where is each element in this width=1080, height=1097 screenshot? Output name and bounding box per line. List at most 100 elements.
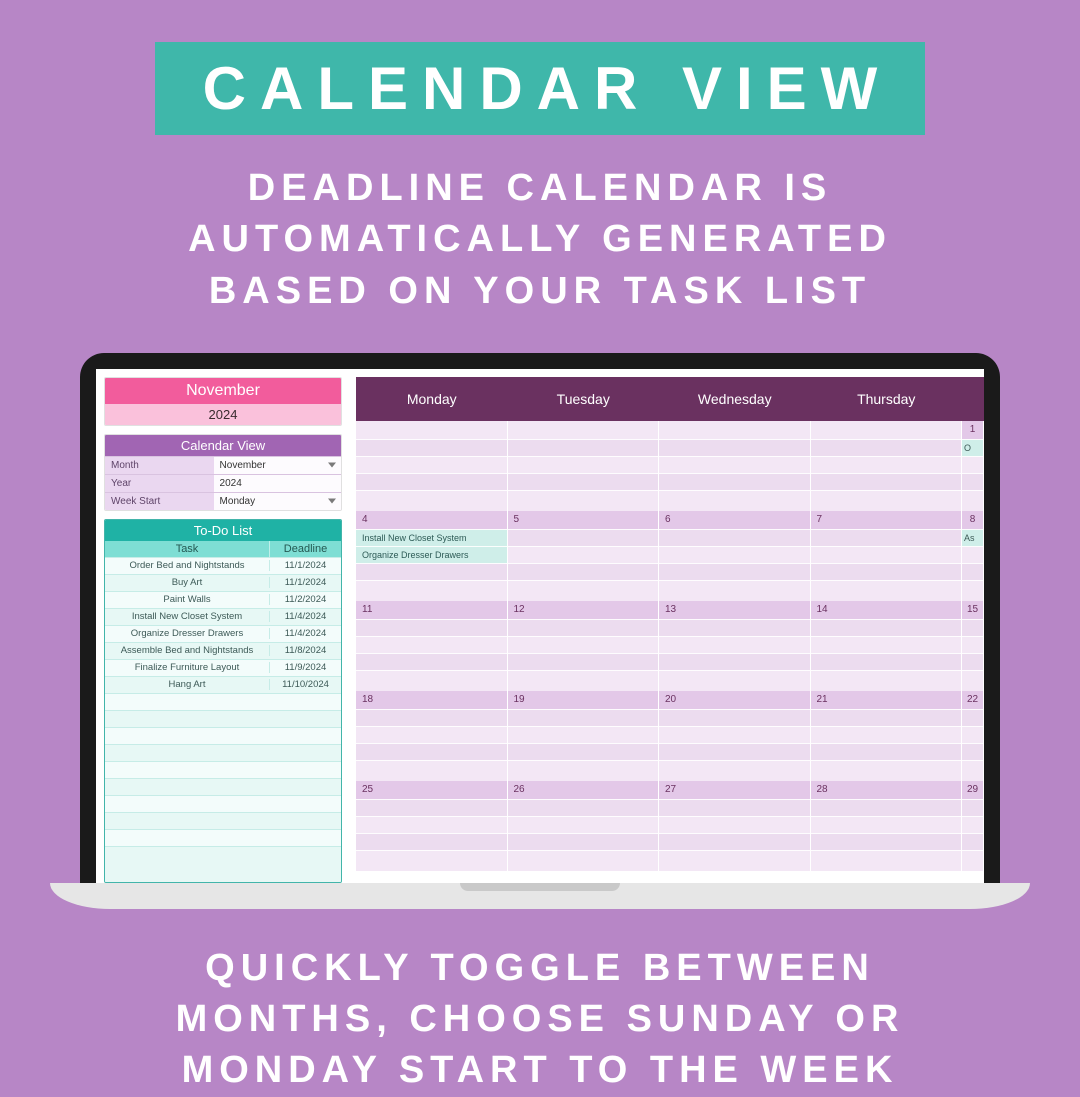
calendar-day[interactable]: 18 [356, 691, 508, 781]
day-slot[interactable] [659, 529, 810, 546]
calendar-day[interactable]: 26 [508, 781, 660, 871]
day-slot[interactable] [508, 563, 659, 580]
weekstart-dropdown[interactable]: Monday [214, 493, 341, 510]
calendar-day[interactable]: 6 [659, 511, 811, 601]
day-slot[interactable] [811, 580, 962, 597]
day-slot[interactable] [962, 726, 983, 743]
day-slot[interactable] [811, 760, 962, 777]
calendar-day[interactable] [508, 421, 660, 511]
day-slot[interactable] [356, 760, 507, 777]
day-slot[interactable] [356, 490, 507, 507]
calendar-day[interactable]: 12 [508, 601, 660, 691]
day-slot[interactable] [508, 816, 659, 833]
day-slot[interactable] [962, 636, 983, 653]
day-slot[interactable] [356, 619, 507, 636]
day-slot[interactable] [659, 580, 810, 597]
day-slot[interactable] [356, 816, 507, 833]
day-slot[interactable] [356, 563, 507, 580]
calendar-task[interactable]: Install New Closet System [356, 529, 507, 546]
day-slot[interactable] [508, 456, 659, 473]
day-slot[interactable] [508, 850, 659, 867]
year-input[interactable]: 2024 [214, 475, 341, 492]
calendar-day[interactable] [811, 421, 963, 511]
day-slot[interactable] [508, 743, 659, 760]
day-slot[interactable] [962, 580, 983, 597]
day-slot[interactable] [811, 653, 962, 670]
calendar-day[interactable]: 11 [356, 601, 508, 691]
day-slot[interactable] [811, 670, 962, 687]
day-slot[interactable] [659, 760, 810, 777]
day-slot[interactable] [659, 563, 810, 580]
day-slot[interactable] [659, 653, 810, 670]
day-slot[interactable] [356, 726, 507, 743]
todo-row[interactable] [105, 812, 341, 829]
day-slot[interactable] [508, 799, 659, 816]
day-slot[interactable] [356, 850, 507, 867]
calendar-task-partial[interactable]: As [962, 529, 983, 546]
day-slot[interactable] [659, 726, 810, 743]
day-slot[interactable] [659, 850, 810, 867]
day-slot[interactable] [508, 439, 659, 456]
day-slot[interactable] [811, 490, 962, 507]
day-slot[interactable] [356, 439, 507, 456]
day-slot[interactable] [508, 529, 659, 546]
day-slot[interactable] [356, 636, 507, 653]
calendar-day[interactable]: 13 [659, 601, 811, 691]
calendar-day[interactable] [356, 421, 508, 511]
day-slot[interactable] [356, 456, 507, 473]
day-slot[interactable] [659, 490, 810, 507]
day-slot[interactable] [508, 619, 659, 636]
day-slot[interactable] [659, 709, 810, 726]
calendar-day-partial[interactable]: 15 [962, 601, 984, 691]
calendar-day[interactable]: 14 [811, 601, 963, 691]
day-slot[interactable] [811, 546, 962, 563]
day-slot[interactable] [811, 850, 962, 867]
day-slot[interactable] [659, 456, 810, 473]
todo-row[interactable] [105, 710, 341, 727]
calendar-day[interactable] [659, 421, 811, 511]
todo-row[interactable] [105, 846, 341, 863]
calendar-task-partial[interactable]: O [962, 439, 983, 456]
day-slot[interactable] [811, 709, 962, 726]
day-slot[interactable] [811, 726, 962, 743]
day-slot[interactable] [811, 456, 962, 473]
day-slot[interactable] [962, 473, 983, 490]
day-slot[interactable] [356, 653, 507, 670]
calendar-day-partial[interactable]: 22 [962, 691, 984, 781]
calendar-day-partial[interactable]: 8As [962, 511, 984, 601]
day-slot[interactable] [659, 546, 810, 563]
day-slot[interactable] [811, 563, 962, 580]
day-slot[interactable] [811, 636, 962, 653]
calendar-day[interactable]: 28 [811, 781, 963, 871]
day-slot[interactable] [508, 833, 659, 850]
day-slot[interactable] [356, 580, 507, 597]
calendar-day[interactable]: 27 [659, 781, 811, 871]
todo-row[interactable]: Buy Art11/1/2024 [105, 574, 341, 591]
calendar-day[interactable]: 21 [811, 691, 963, 781]
day-slot[interactable] [356, 473, 507, 490]
day-slot[interactable] [508, 670, 659, 687]
calendar-day[interactable]: 7 [811, 511, 963, 601]
calendar-day-partial[interactable]: 1O [962, 421, 984, 511]
calendar-day[interactable]: 19 [508, 691, 660, 781]
day-slot[interactable] [962, 760, 983, 777]
day-slot[interactable] [962, 653, 983, 670]
todo-row[interactable]: Finalize Furniture Layout11/9/2024 [105, 659, 341, 676]
todo-row[interactable] [105, 761, 341, 778]
day-slot[interactable] [508, 473, 659, 490]
todo-row[interactable]: Organize Dresser Drawers11/4/2024 [105, 625, 341, 642]
day-slot[interactable] [962, 546, 983, 563]
todo-row[interactable]: Install New Closet System11/4/2024 [105, 608, 341, 625]
day-slot[interactable] [811, 743, 962, 760]
day-slot[interactable] [962, 850, 983, 867]
day-slot[interactable] [811, 833, 962, 850]
day-slot[interactable] [508, 760, 659, 777]
day-slot[interactable] [508, 709, 659, 726]
day-slot[interactable] [659, 473, 810, 490]
day-slot[interactable] [659, 670, 810, 687]
todo-row[interactable] [105, 778, 341, 795]
day-slot[interactable] [811, 799, 962, 816]
day-slot[interactable] [659, 636, 810, 653]
day-slot[interactable] [508, 580, 659, 597]
day-slot[interactable] [811, 473, 962, 490]
